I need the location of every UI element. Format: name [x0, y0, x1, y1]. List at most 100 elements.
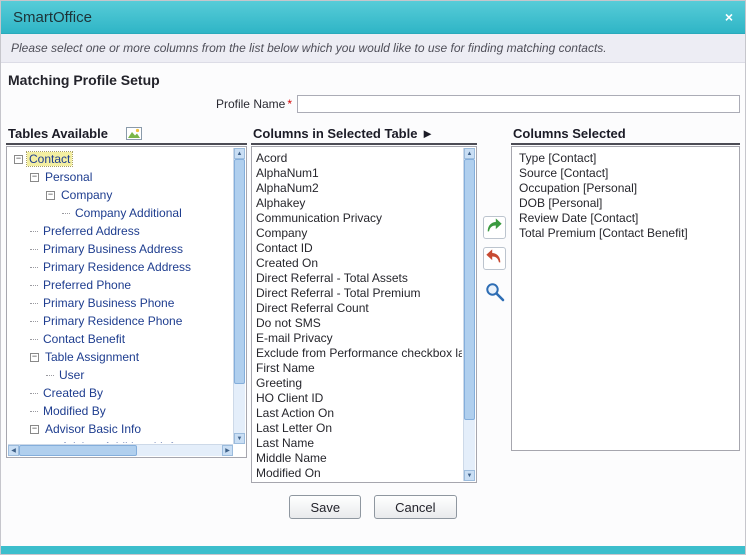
- column-item[interactable]: AlphaNum2: [253, 181, 462, 196]
- tree-expander-icon[interactable]: [30, 284, 38, 286]
- tree-expander-icon[interactable]: [30, 266, 38, 268]
- scrollbar-track[interactable]: [464, 159, 475, 470]
- tree-item[interactable]: Preferred Address: [8, 222, 232, 240]
- column-item[interactable]: Last Letter On: [253, 421, 462, 436]
- column-item[interactable]: Last Name: [253, 436, 462, 451]
- tree-expander-icon[interactable]: [62, 212, 70, 214]
- tree-expander-icon[interactable]: [30, 392, 38, 394]
- tree-item[interactable]: Company: [8, 186, 232, 204]
- selected-column-item[interactable]: Source [Contact]: [516, 166, 735, 181]
- column-item[interactable]: Middle Name: [253, 451, 462, 466]
- column-item[interactable]: Greeting: [253, 376, 462, 391]
- tree-item[interactable]: Created By: [8, 384, 232, 402]
- column-item[interactable]: Contact ID: [253, 241, 462, 256]
- column-item[interactable]: Exclude from Performance checkbox last r: [253, 346, 462, 361]
- columns-selected-header: Columns Selected: [511, 126, 740, 145]
- tree-expander-icon[interactable]: [30, 352, 39, 362]
- tree-item-label: User: [59, 368, 85, 382]
- scrollbar-thumb[interactable]: [234, 159, 245, 384]
- tree-item[interactable]: Contact Benefit: [8, 330, 232, 348]
- tree-item[interactable]: Personal: [8, 168, 232, 186]
- scroll-right-icon[interactable]: ▶: [222, 445, 233, 456]
- tree-expander-icon[interactable]: [30, 248, 38, 250]
- add-column-button[interactable]: [482, 216, 506, 239]
- column-item[interactable]: Alphakey: [253, 196, 462, 211]
- column-item[interactable]: Company: [253, 226, 462, 241]
- column-item[interactable]: AlphaNum1: [253, 166, 462, 181]
- tree-item[interactable]: Advisor Additional Info: [8, 438, 232, 443]
- titlebar: SmartOffice ×: [1, 1, 745, 34]
- scrollbar-track[interactable]: [19, 445, 222, 456]
- tree-item-label: Modified By: [43, 404, 106, 418]
- tree-expander-icon[interactable]: [14, 154, 23, 164]
- selected-column-item[interactable]: Review Date [Contact]: [516, 211, 735, 226]
- tree-item[interactable]: Advisor Basic Info: [8, 420, 232, 438]
- tree-expander-icon[interactable]: [30, 302, 38, 304]
- tree-item[interactable]: Contact: [8, 150, 232, 168]
- tree-item[interactable]: Modified By: [8, 402, 232, 420]
- tree-item[interactable]: User: [8, 366, 232, 384]
- column-item[interactable]: Direct Referral - Total Assets: [253, 271, 462, 286]
- tree-item[interactable]: Primary Residence Address: [8, 258, 232, 276]
- selected-column-item[interactable]: DOB [Personal]: [516, 196, 735, 211]
- horizontal-scrollbar[interactable]: ◀ ▶: [8, 444, 233, 456]
- profile-name-input[interactable]: [297, 95, 740, 113]
- tree-item[interactable]: Preferred Phone: [8, 276, 232, 294]
- column-item[interactable]: First Name: [253, 361, 462, 376]
- selected-column-item[interactable]: Occupation [Personal]: [516, 181, 735, 196]
- tree-expander-icon[interactable]: [46, 374, 54, 376]
- selected-column-item[interactable]: Type [Contact]: [516, 151, 735, 166]
- column-item[interactable]: Acord: [253, 151, 462, 166]
- scrollbar-track[interactable]: [234, 159, 245, 433]
- column-item[interactable]: Last Action On: [253, 406, 462, 421]
- curved-right-arrow-icon: [485, 217, 503, 238]
- tree-expander-icon[interactable]: [30, 410, 38, 412]
- cancel-button[interactable]: Cancel: [374, 495, 457, 519]
- tree-item-label: Primary Residence Phone: [43, 314, 183, 328]
- dialog-content: Matching Profile Setup Profile Name * Tab…: [1, 72, 745, 519]
- column-item[interactable]: Communication Privacy: [253, 211, 462, 226]
- column-item[interactable]: Direct Referral - Total Premium: [253, 286, 462, 301]
- tree-expander-icon[interactable]: [30, 424, 39, 434]
- scroll-up-icon[interactable]: ▲: [464, 148, 475, 159]
- tree-expander-icon[interactable]: [30, 320, 38, 322]
- columns-listbox: Acord AlphaNum1 AlphaNum2 Alphakey Commu…: [251, 146, 477, 483]
- scroll-left-icon[interactable]: ◀: [8, 445, 19, 456]
- remove-column-button[interactable]: [482, 247, 506, 270]
- dialog-footer: Save Cancel: [6, 495, 740, 519]
- close-icon[interactable]: ×: [725, 9, 733, 25]
- tree-item[interactable]: Primary Business Address: [8, 240, 232, 258]
- column-item[interactable]: Modified On: [253, 466, 462, 481]
- column-item[interactable]: Do not SMS: [253, 316, 462, 331]
- tree-expander-icon[interactable]: [46, 442, 55, 443]
- scroll-down-icon[interactable]: ▼: [464, 470, 475, 481]
- column-item[interactable]: HO Client ID: [253, 391, 462, 406]
- tree-item[interactable]: Company Additional: [8, 204, 232, 222]
- smartoffice-dialog: SmartOffice × Please select one or more …: [0, 0, 746, 555]
- profile-name-row: Profile Name *: [6, 95, 740, 113]
- tree-item[interactable]: Primary Residence Phone: [8, 312, 232, 330]
- tree-item[interactable]: Primary Business Phone: [8, 294, 232, 312]
- selected-column-item[interactable]: Total Premium [Contact Benefit]: [516, 226, 735, 241]
- tree-expander-icon[interactable]: [30, 172, 39, 182]
- vertical-scrollbar[interactable]: ▲ ▼: [233, 148, 245, 444]
- tables-available-panel: Tables Available Contact: [6, 126, 247, 458]
- scroll-up-icon[interactable]: ▲: [234, 148, 245, 159]
- tree-expander-icon[interactable]: [30, 338, 38, 340]
- image-icon[interactable]: [125, 126, 142, 140]
- selected-columns-list: Type [Contact] Source [Contact] Occupati…: [512, 147, 739, 245]
- column-item[interactable]: E-mail Privacy: [253, 331, 462, 346]
- save-button[interactable]: Save: [289, 495, 362, 519]
- scrollbar-thumb[interactable]: [464, 159, 475, 421]
- scrollbar-thumb[interactable]: [19, 445, 137, 456]
- tree-expander-icon[interactable]: [46, 190, 55, 200]
- tree-item-label: Company Additional: [75, 206, 182, 220]
- tree-item[interactable]: Table Assignment: [8, 348, 232, 366]
- column-item[interactable]: Created On: [253, 256, 462, 271]
- scroll-down-icon[interactable]: ▼: [234, 433, 245, 444]
- vertical-scrollbar[interactable]: ▲ ▼: [463, 148, 475, 481]
- column-item[interactable]: Direct Referral Count: [253, 301, 462, 316]
- search-button[interactable]: [483, 281, 506, 304]
- tree-expander-icon[interactable]: [30, 230, 38, 232]
- tree-item-label: Contact Benefit: [43, 332, 126, 346]
